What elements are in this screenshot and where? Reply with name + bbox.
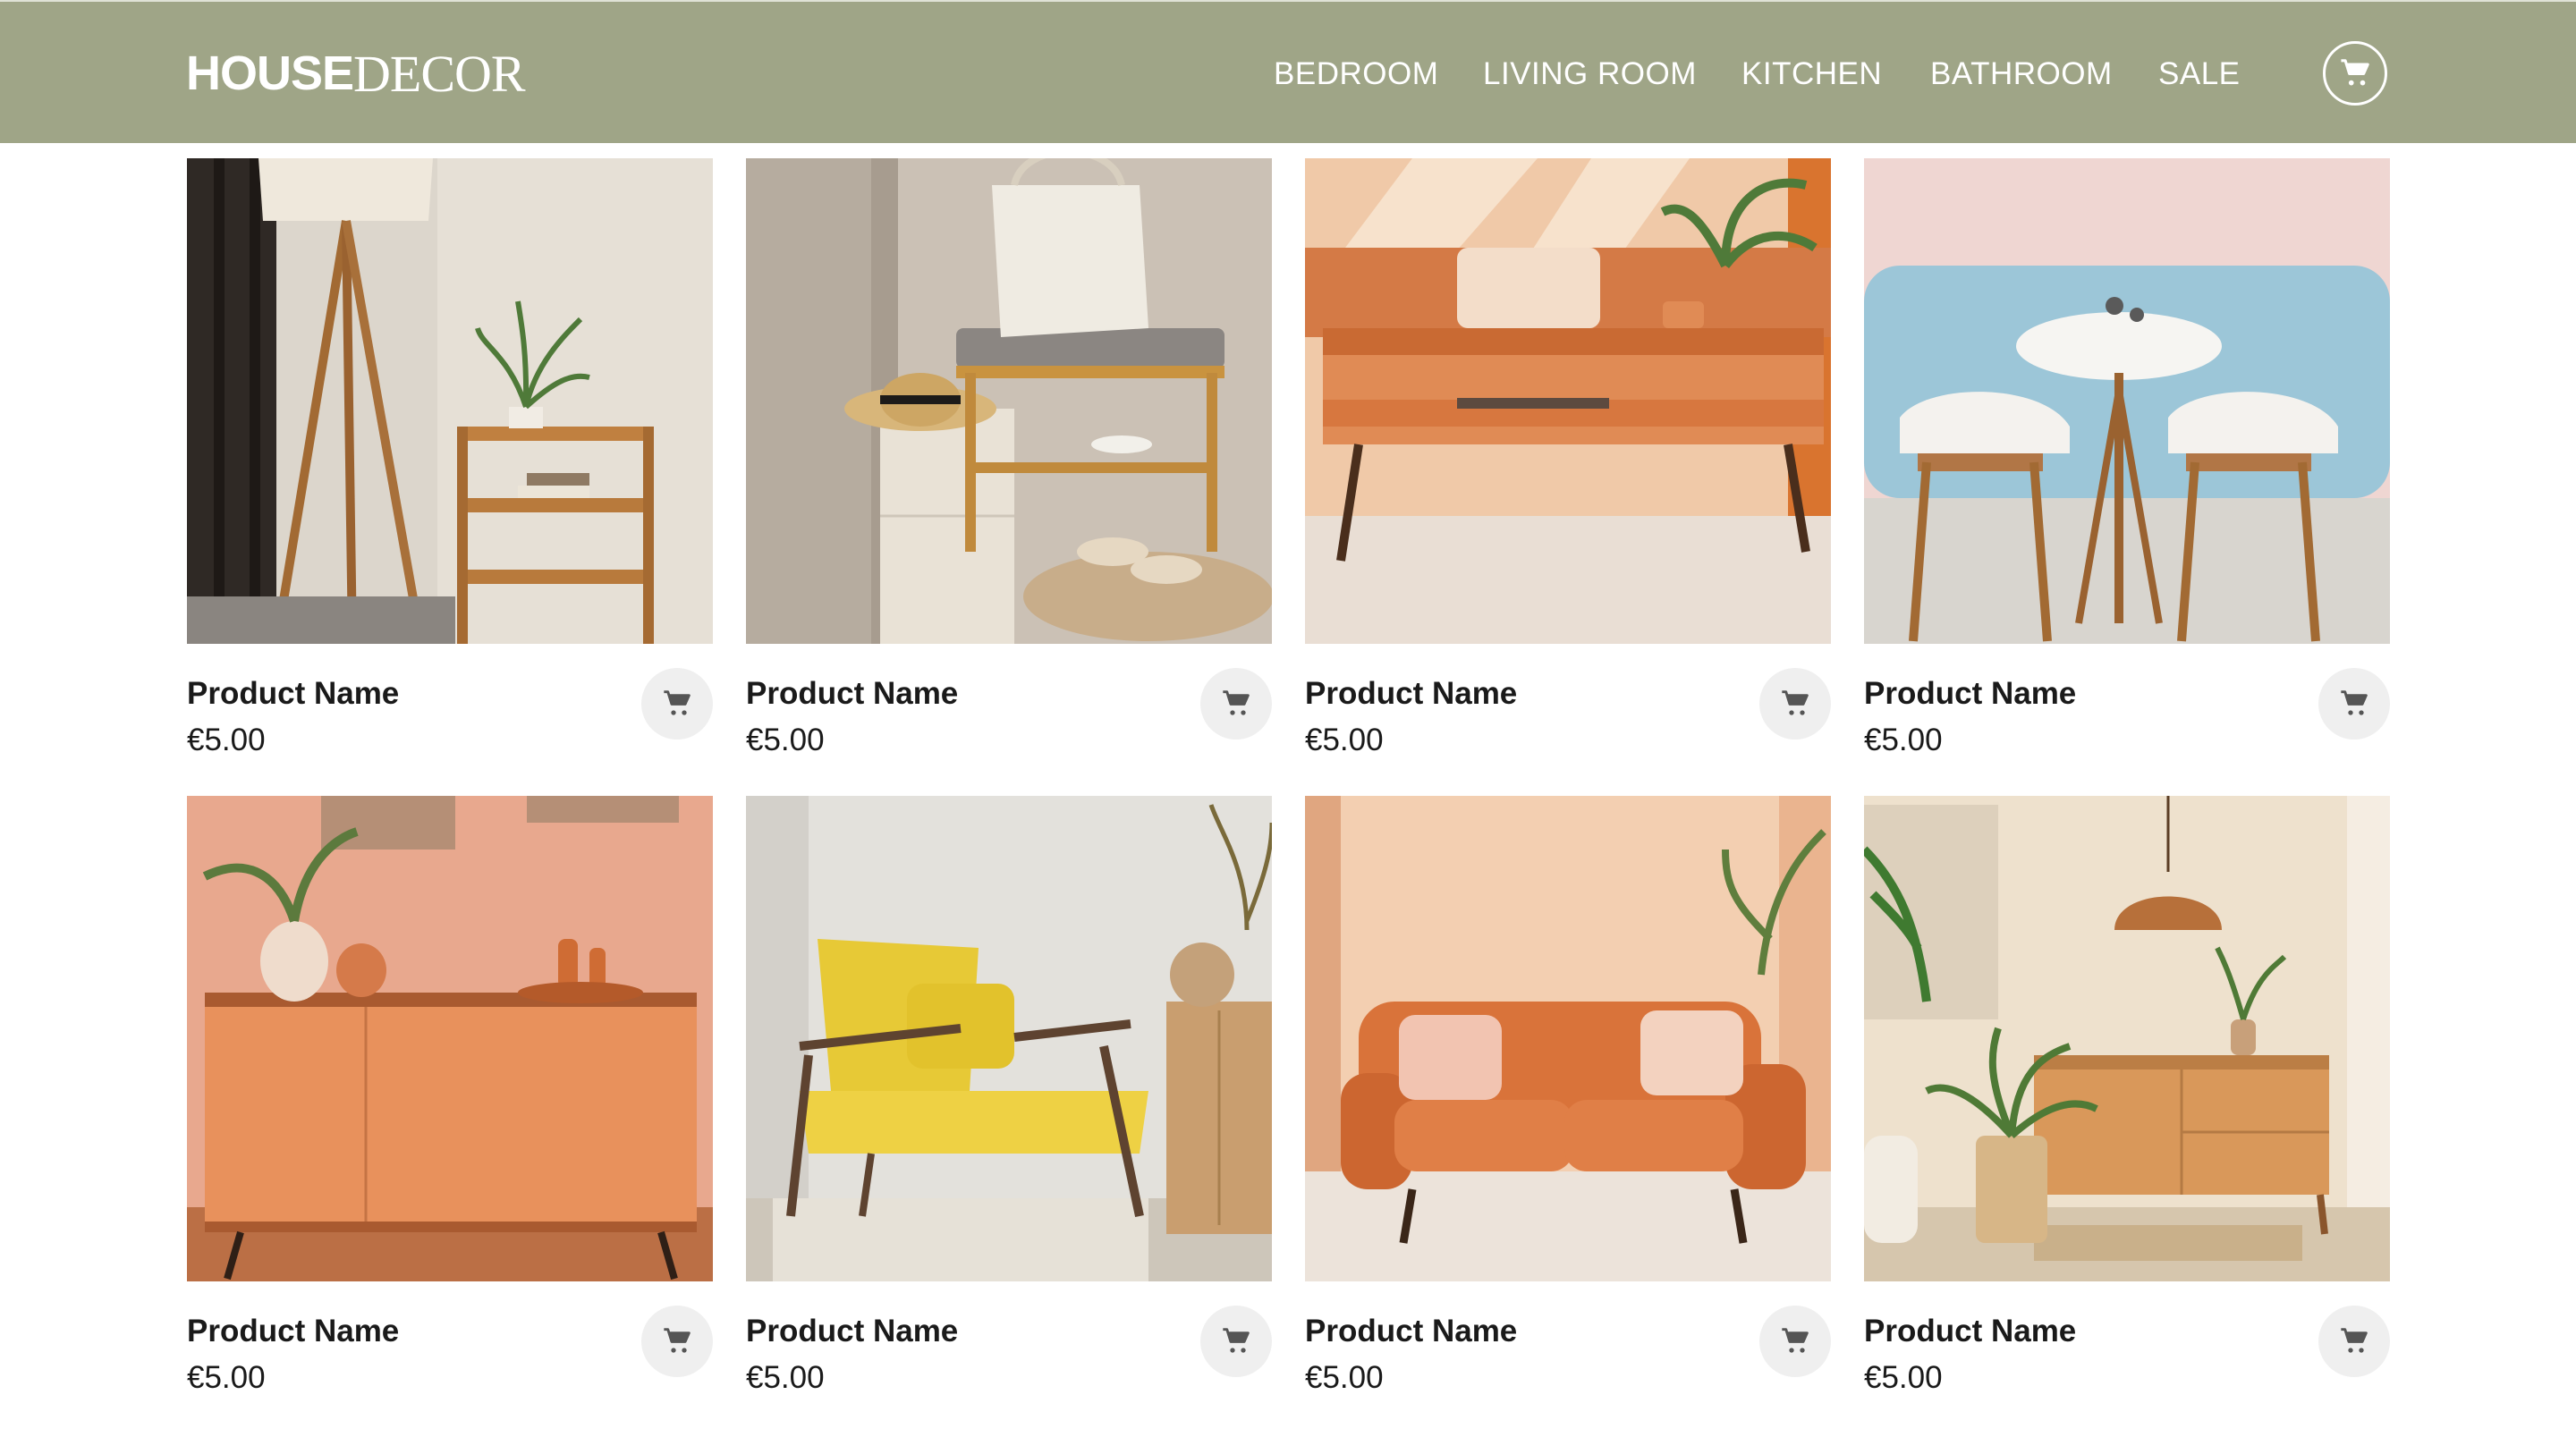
site-logo[interactable]: HOUSE DECOR [186,41,526,106]
product-card[interactable]: Product Name €5.00 [1864,796,2390,1422]
product-price: €5.00 [187,1360,266,1395]
add-to-cart-button[interactable] [1759,668,1831,740]
product-card[interactable]: Product Name €5.00 [1305,796,1831,1422]
product-card[interactable]: Product Name €5.00 [1864,158,2390,784]
nav-link-bedroom[interactable]: BEDROOM [1274,54,1438,95]
product-name[interactable]: Product Name [1864,673,2076,714]
product-name[interactable]: Product Name [1305,673,1517,714]
cart-icon [2341,59,2369,86]
nav-link-bathroom[interactable]: BATHROOM [1930,54,2113,95]
product-image-floor-lamp[interactable] [187,158,713,644]
product-price: €5.00 [1864,1360,1943,1395]
nav-link-kitchen[interactable]: KITCHEN [1741,54,1882,95]
product-price: €5.00 [1305,1360,1384,1395]
add-to-cart-button[interactable] [641,668,713,740]
logo-text-bold: HOUSE [186,46,354,100]
cart-icon [1223,1328,1250,1353]
cart-icon [1782,690,1809,715]
header-cart-button[interactable] [2323,41,2387,106]
cart-icon [1223,690,1250,715]
add-to-cart-button[interactable] [1200,1306,1272,1377]
product-image-shoe-bench[interactable] [746,158,1272,644]
cart-icon [664,1328,691,1353]
nav-link-sale[interactable]: SALE [2158,54,2241,95]
cart-icon [664,690,691,715]
cart-icon [1782,1328,1809,1353]
product-price: €5.00 [1864,723,1943,757]
add-to-cart-button[interactable] [641,1306,713,1377]
add-to-cart-button[interactable] [2318,668,2390,740]
product-card[interactable]: Product Name €5.00 [746,796,1272,1422]
product-name[interactable]: Product Name [1864,1311,2076,1352]
product-name[interactable]: Product Name [746,1311,958,1352]
top-navigation-bar: HOUSE DECOR BEDROOM LIVING ROOM KITCHEN B… [0,0,2576,143]
add-to-cart-button[interactable] [1200,668,1272,740]
product-name[interactable]: Product Name [1305,1311,1517,1352]
nav-link-living-room[interactable]: LIVING ROOM [1483,54,1697,95]
product-price: €5.00 [746,1360,825,1395]
cart-icon [2341,690,2368,715]
product-card[interactable]: Product Name €5.00 [187,158,713,784]
product-price: €5.00 [1305,723,1384,757]
product-image-sideboard[interactable] [187,796,713,1281]
add-to-cart-button[interactable] [2318,1306,2390,1377]
logo-text-light: DECOR [353,44,526,103]
cart-icon [2341,1328,2368,1353]
product-image-sofa[interactable] [1305,796,1831,1281]
product-image-console-table[interactable] [1864,796,2390,1281]
product-image-armchair[interactable] [746,796,1272,1281]
add-to-cart-button[interactable] [1759,1306,1831,1377]
product-card[interactable]: Product Name €5.00 [746,158,1272,784]
product-card[interactable]: Product Name €5.00 [1305,158,1831,784]
product-name[interactable]: Product Name [187,1311,399,1352]
product-image-dining-set[interactable] [1864,158,2390,644]
product-price: €5.00 [746,723,825,757]
product-price: €5.00 [187,723,266,757]
product-name[interactable]: Product Name [746,673,958,714]
product-card[interactable]: Product Name €5.00 [187,796,713,1422]
product-image-coffee-table[interactable] [1305,158,1831,644]
product-name[interactable]: Product Name [187,673,399,714]
